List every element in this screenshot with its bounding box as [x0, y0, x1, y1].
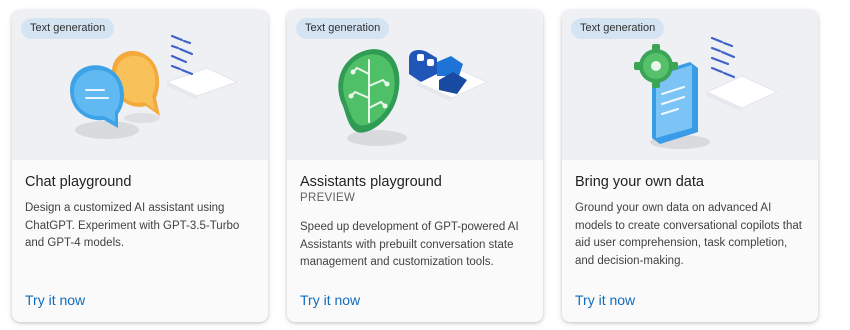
card-description: Design a customized AI assistant using C… — [25, 202, 240, 249]
preview-label: PREVIEW — [300, 192, 356, 204]
category-badge: Text generation — [21, 18, 115, 39]
try-it-now-link[interactable]: Try it now — [575, 292, 635, 308]
card-title: Chat playground — [25, 174, 132, 190]
card-description: Ground your own data on advanced AI mode… — [575, 202, 802, 267]
card-hero: Text generation — [12, 10, 268, 160]
category-badge: Text generation — [296, 18, 390, 39]
try-it-now-link[interactable]: Try it now — [25, 292, 85, 308]
card-title: Assistants playground — [300, 174, 442, 190]
card-hero: Text generation — [562, 10, 818, 160]
try-it-now-link[interactable]: Try it now — [300, 292, 360, 308]
card-title: Bring your own data — [575, 174, 704, 190]
card-description: Speed up development of GPT-powered AI A… — [300, 221, 519, 268]
category-badge: Text generation — [571, 18, 665, 39]
bring-your-own-data-card[interactable]: Text generation Bring your own data Grou… — [562, 10, 818, 322]
assistants-playground-card[interactable]: Text generation Assistants playground PR… — [287, 10, 543, 322]
chat-playground-card[interactable]: Text generation Chat playground Design a… — [12, 10, 268, 322]
card-hero: Text generation — [287, 10, 543, 160]
